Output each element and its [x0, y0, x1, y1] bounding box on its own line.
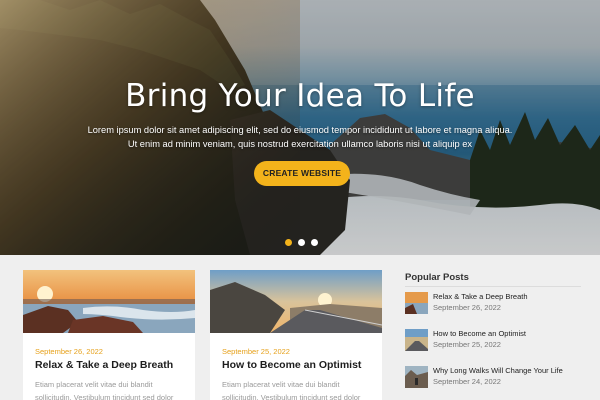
popular-post-title[interactable]: How to Become an Optimist [433, 329, 526, 338]
popular-post-item[interactable]: Relax & Take a Deep Breath September 26,… [405, 292, 585, 320]
slider-dot-2[interactable] [298, 239, 305, 246]
popular-post-item[interactable]: How to Become an Optimist September 25, … [405, 329, 585, 357]
create-website-button[interactable]: CREATE WEBSITE [254, 161, 350, 186]
popular-post-thumbnail[interactable] [405, 329, 428, 351]
post-card[interactable]: September 25, 2022 How to Become an Opti… [210, 270, 382, 400]
popular-post-thumbnail[interactable] [405, 292, 428, 314]
popular-post-date: September 25, 2022 [433, 340, 501, 349]
post-excerpt: Etiam placerat velit vitae dui blandit s… [35, 380, 174, 400]
hero-description-line-2: Ut enim ad minim veniam, quis nostrud ex… [127, 139, 473, 149]
post-date: September 25, 2022 [222, 347, 290, 356]
post-thumbnail-mountain-road[interactable] [210, 270, 382, 333]
post-card[interactable]: September 26, 2022 Relax & Take a Deep B… [23, 270, 195, 400]
popular-post-date: September 26, 2022 [433, 303, 501, 312]
popular-post-date: September 24, 2022 [433, 377, 501, 386]
slider-dot-3[interactable] [311, 239, 318, 246]
hero-description-line-1: Lorem ipsum dolor sit amet adipiscing el… [87, 125, 513, 135]
post-title[interactable]: How to Become an Optimist [222, 359, 361, 371]
popular-post-item[interactable]: Why Long Walks Will Change Your Life Sep… [405, 366, 585, 394]
slider-dot-1[interactable] [285, 239, 292, 246]
post-excerpt: Etiam placerat velit vitae dui blandit s… [222, 380, 361, 400]
popular-post-title[interactable]: Why Long Walks Will Change Your Life [433, 366, 563, 375]
hero-title: Bring Your Idea To Life [125, 78, 475, 114]
post-date: September 26, 2022 [35, 347, 103, 356]
popular-post-title[interactable]: Relax & Take a Deep Breath [433, 292, 528, 301]
post-thumbnail-sunset-rocks[interactable] [23, 270, 195, 333]
popular-post-thumbnail[interactable] [405, 366, 428, 388]
divider [405, 286, 581, 287]
slider-pagination [285, 239, 318, 246]
hero-slider: Bring Your Idea To Life Lorem ipsum dolo… [0, 0, 600, 255]
popular-posts-heading: Popular Posts [405, 272, 469, 283]
post-title[interactable]: Relax & Take a Deep Breath [35, 359, 173, 371]
